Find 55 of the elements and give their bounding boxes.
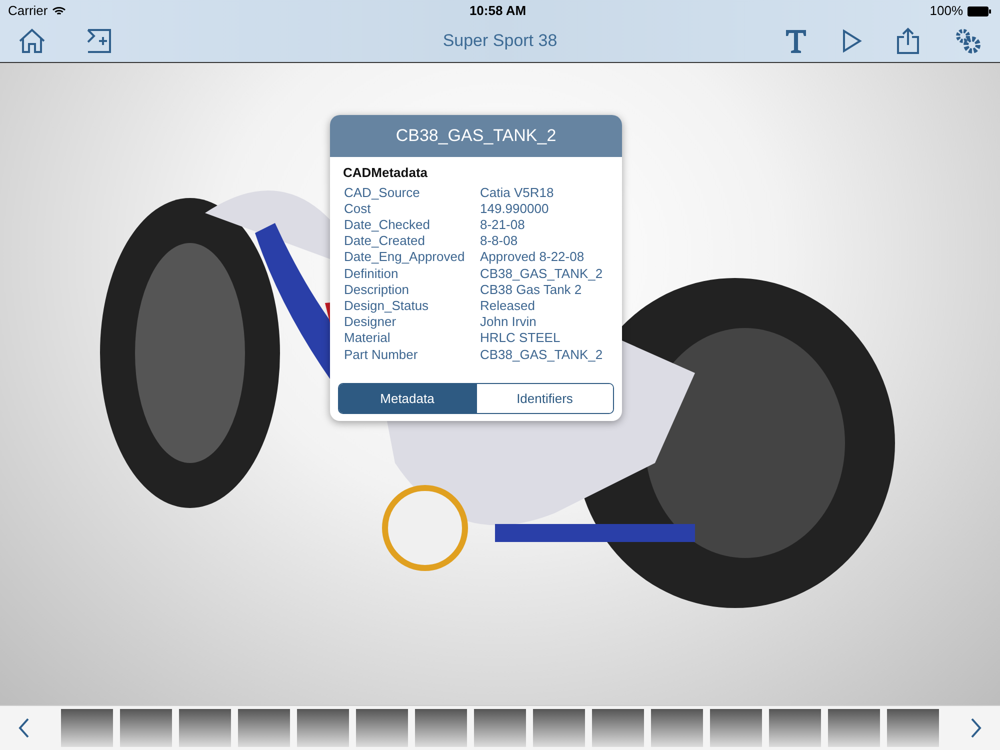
part-thumbnail[interactable]: [592, 709, 644, 747]
field-name: CAD_Source: [344, 184, 421, 201]
field-name: Date_Eng_Approved: [344, 249, 466, 266]
field-name: Date_Checked: [344, 216, 431, 234]
segment-tab[interactable]: Identifiers: [476, 384, 613, 413]
battery-percent: 100%: [930, 2, 963, 20]
part-thumbnail[interactable]: [179, 709, 231, 747]
part-thumbnail[interactable]: [533, 709, 585, 747]
wifi-icon: [52, 6, 66, 16]
part-thumbnail[interactable]: [238, 709, 290, 747]
popover-title: CB38_GAS_TANK_2: [396, 125, 556, 148]
part-thumbnail[interactable]: [887, 709, 939, 747]
settings-button[interactable]: [954, 27, 982, 55]
field-value: John Irvin: [480, 314, 536, 330]
previous-button[interactable]: [18, 717, 30, 739]
part-thumbnail[interactable]: [710, 709, 762, 747]
field-name: Date_Created: [344, 233, 426, 250]
home-button[interactable]: [18, 28, 46, 54]
field-value: CB38_GAS_TANK_2: [480, 266, 603, 282]
part-thumbnail[interactable]: [356, 709, 408, 747]
part-thumbnail[interactable]: [297, 709, 349, 747]
field-value: HRLC STEEL: [480, 330, 560, 347]
field-name: Design_Status: [344, 298, 430, 314]
clock-label: 10:58 AM: [469, 2, 526, 20]
field-name: Cost: [344, 200, 372, 217]
part-thumbnail[interactable]: [828, 709, 880, 747]
field-value: Released: [480, 298, 535, 314]
field-name: Part Number: [344, 346, 419, 363]
part-thumbnail[interactable]: [120, 709, 172, 747]
play-button[interactable]: [842, 29, 862, 53]
field-value: Approved 8-22-08: [480, 249, 584, 266]
share-button[interactable]: [896, 27, 920, 55]
part-thumbnail[interactable]: [61, 709, 113, 747]
part-thumbnail[interactable]: [651, 709, 703, 747]
section-heading: CADMetadata: [343, 165, 428, 180]
field-value: 8-8-08: [480, 233, 518, 250]
carrier-label: Carrier: [8, 2, 48, 20]
field-value: CB38 Gas Tank 2: [480, 282, 582, 298]
field-value: CB38_GAS_TANK_2: [480, 346, 603, 363]
battery-icon: [967, 6, 992, 16]
page-title: Super Sport 38: [442, 31, 558, 50]
part-thumbnail[interactable]: [474, 709, 526, 747]
field-name: Material: [344, 330, 392, 347]
field-name: Designer: [344, 314, 398, 330]
field-name: Definition: [344, 266, 400, 282]
text-button[interactable]: [784, 28, 808, 54]
part-thumbnail[interactable]: [415, 709, 467, 747]
next-button[interactable]: [970, 717, 982, 739]
field-value: 8-21-08: [480, 216, 525, 234]
part-thumbnail[interactable]: [769, 709, 821, 747]
field-name: Description: [344, 282, 410, 298]
add-button[interactable]: [86, 28, 112, 54]
field-value: Catia V5R18: [480, 184, 554, 201]
segment-tab[interactable]: Metadata: [339, 384, 476, 413]
field-value: 149.990000: [480, 200, 549, 217]
